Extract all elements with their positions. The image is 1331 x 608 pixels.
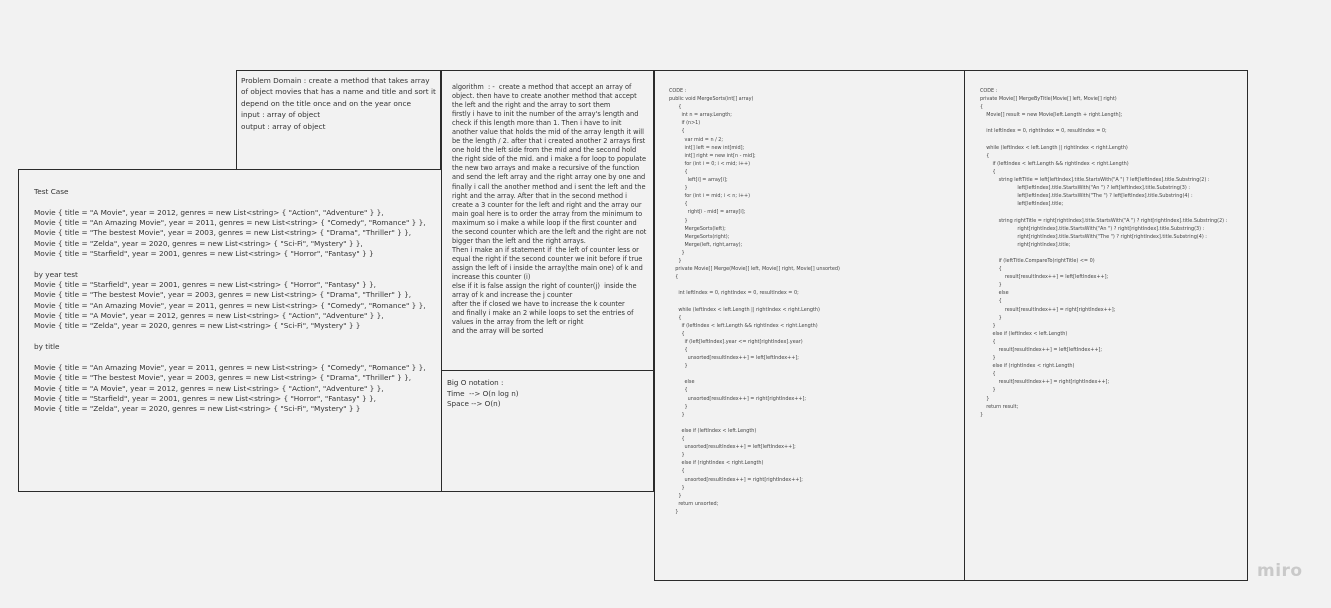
miro-logo-watermark: miro xyxy=(1257,561,1303,581)
problem-domain-sticky[interactable]: Problem Domain : create a method that ta… xyxy=(236,70,441,170)
big-o-text: Big O notation : Time --> O(n log n) Spa… xyxy=(447,378,519,408)
merge-sort-code-sticky[interactable]: CODE : public void MergeSorts(int[] arra… xyxy=(654,70,965,581)
test-case-text: Test Case Movie { title = "A Movie", yea… xyxy=(34,187,426,414)
problem-domain-text: Problem Domain : create a method that ta… xyxy=(241,76,436,131)
merge-by-title-code-text: CODE : private Movie[] MergeByTitle(Movi… xyxy=(980,88,1228,418)
merge-by-title-code-sticky[interactable]: CODE : private Movie[] MergeByTitle(Movi… xyxy=(964,70,1248,581)
test-case-sticky[interactable]: Test Case Movie { title = "A Movie", yea… xyxy=(18,169,442,492)
big-o-sticky[interactable]: Big O notation : Time --> O(n log n) Spa… xyxy=(441,370,654,492)
merge-sort-code-text: CODE : public void MergeSorts(int[] arra… xyxy=(669,88,840,515)
algorithm-text: algorithm : - create a method that accep… xyxy=(452,83,647,336)
algorithm-sticky[interactable]: algorithm : - create a method that accep… xyxy=(441,70,654,371)
